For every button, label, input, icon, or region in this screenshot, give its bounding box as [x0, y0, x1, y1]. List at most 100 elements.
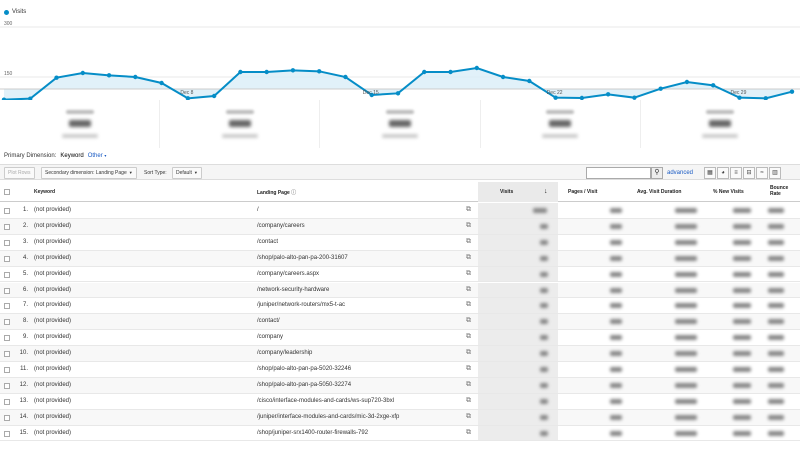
open-link-icon[interactable]: ⧉: [466, 238, 471, 246]
data-point[interactable]: [422, 69, 427, 75]
sort-type-select[interactable]: Default ▼: [172, 167, 202, 179]
row-landing-page[interactable]: /shop/palo-alto-pan-pa-5050-32274: [257, 382, 351, 388]
data-point[interactable]: [711, 83, 716, 88]
open-link-icon[interactable]: ⧉: [466, 254, 471, 262]
row-landing-page[interactable]: /juniper/network-routers/mx5-t-ac: [257, 302, 345, 308]
row-keyword[interactable]: (not provided): [34, 287, 71, 293]
row-landing-page[interactable]: /company/leadership: [257, 350, 312, 356]
data-point[interactable]: [474, 65, 479, 71]
table-row[interactable]: 12. (not provided) /shop/palo-alto-pan-pa-…: [0, 377, 800, 394]
performance-view-icon[interactable]: ≡: [730, 167, 742, 179]
table-row[interactable]: 8. (not provided) /contact/ ⧉: [0, 314, 800, 331]
table-row[interactable]: 11. (not provided) /shop/palo-alto-pan-pa-…: [0, 362, 800, 378]
row-keyword[interactable]: (not provided): [34, 366, 71, 372]
row-landing-page[interactable]: /company/careers: [257, 223, 305, 229]
table-row[interactable]: 13. (not provided) /cisco/interface-module…: [0, 393, 800, 410]
row-landing-page[interactable]: /: [257, 207, 259, 213]
row-keyword[interactable]: (not provided): [34, 398, 71, 404]
scorecard[interactable]: [0, 100, 161, 148]
select-all-checkbox[interactable]: [4, 189, 10, 195]
data-point[interactable]: [658, 86, 663, 91]
row-keyword[interactable]: (not provided): [34, 350, 71, 356]
row-checkbox[interactable]: [4, 382, 10, 389]
table-row[interactable]: 10. (not provided) /company/leadership ⧉: [0, 346, 800, 362]
data-point[interactable]: [527, 78, 532, 84]
row-checkbox[interactable]: [4, 208, 10, 214]
row-keyword[interactable]: (not provided): [34, 255, 71, 261]
table-row[interactable]: 15. (not provided) /shop/juniper-srx1400-r…: [0, 425, 800, 442]
row-landing-page[interactable]: /contact: [257, 239, 278, 245]
table-row[interactable]: 9. (not provided) /company ⧉: [0, 330, 800, 347]
row-checkbox[interactable]: [4, 351, 10, 358]
row-checkbox[interactable]: [4, 430, 10, 437]
plot-rows-button[interactable]: Plot Rows: [4, 167, 35, 179]
data-point[interactable]: [159, 80, 164, 86]
data-point[interactable]: [133, 74, 138, 80]
data-point[interactable]: [395, 91, 401, 96]
sort-descending-icon[interactable]: ↓: [544, 188, 548, 195]
row-landing-page[interactable]: /shop/palo-alto-pan-pa-200-31607: [257, 255, 348, 261]
row-keyword[interactable]: (not provided): [34, 382, 71, 388]
comparison-view-icon[interactable]: ⊟: [743, 167, 755, 179]
data-point[interactable]: [500, 74, 506, 80]
row-checkbox[interactable]: [4, 271, 10, 278]
row-checkbox[interactable]: [4, 223, 10, 230]
data-point[interactable]: [264, 69, 269, 75]
row-landing-page[interactable]: /shop/juniper-srx1400-router-firewalls-7…: [257, 430, 368, 436]
pivot-view-icon[interactable]: ▥: [769, 167, 781, 179]
row-landing-page[interactable]: /network-security-hardware: [257, 287, 329, 293]
scorecard[interactable]: [320, 100, 481, 148]
pie-view-icon[interactable]: ◕: [717, 167, 729, 179]
open-link-icon[interactable]: ⧉: [466, 270, 471, 278]
open-link-icon[interactable]: ⧉: [466, 381, 471, 389]
column-landing-page[interactable]: Landing Page ⓘ: [257, 189, 296, 196]
data-point[interactable]: [448, 69, 453, 75]
table-row[interactable]: 6. (not provided) /network-security-hardwa…: [0, 282, 800, 299]
open-link-icon[interactable]: ⧉: [466, 413, 471, 421]
scorecard[interactable]: [481, 100, 641, 148]
row-checkbox[interactable]: [4, 239, 10, 246]
column-visits[interactable]: Visits: [500, 189, 513, 195]
data-point[interactable]: [317, 69, 322, 74]
row-keyword[interactable]: (not provided): [34, 223, 71, 229]
scorecard[interactable]: [160, 100, 321, 148]
column-new-visits[interactable]: % New Visits: [713, 189, 744, 195]
table-row[interactable]: 5. (not provided) /company/careers.aspx ⧉: [0, 266, 800, 283]
row-checkbox[interactable]: [4, 335, 10, 342]
data-point[interactable]: [343, 74, 348, 80]
row-landing-page[interactable]: /contact/: [257, 318, 280, 324]
row-checkbox[interactable]: [4, 367, 10, 373]
row-checkbox[interactable]: [4, 287, 10, 294]
row-keyword[interactable]: (not provided): [34, 318, 71, 324]
data-point[interactable]: [54, 75, 59, 80]
primary-dimension-other[interactable]: Other ▾: [88, 153, 107, 159]
data-point[interactable]: [80, 70, 86, 76]
scorecard[interactable]: [641, 100, 800, 148]
column-keyword[interactable]: Keyword: [34, 189, 55, 195]
table-row[interactable]: 3. (not provided) /contact ⧉: [0, 234, 800, 251]
row-keyword[interactable]: (not provided): [34, 239, 71, 245]
data-point[interactable]: [684, 79, 690, 85]
row-keyword[interactable]: (not provided): [34, 271, 71, 277]
table-row[interactable]: 7. (not provided) /juniper/network-routers…: [0, 298, 800, 315]
row-keyword[interactable]: (not provided): [34, 414, 71, 420]
row-checkbox[interactable]: [4, 398, 10, 405]
row-checkbox[interactable]: [4, 255, 10, 262]
primary-dimension-keyword[interactable]: Keyword: [60, 153, 83, 159]
data-point[interactable]: [789, 89, 795, 94]
row-landing-page[interactable]: /shop/palo-alto-pan-pa-5020-32246: [257, 366, 351, 372]
column-bounce-rate[interactable]: Bounce Rate: [770, 185, 788, 197]
column-avg-visit-duration[interactable]: Avg. Visit Duration: [637, 189, 681, 195]
data-point[interactable]: [211, 93, 217, 99]
term-cloud-view-icon[interactable]: ≈: [756, 167, 768, 179]
open-link-icon[interactable]: ⧉: [466, 301, 471, 309]
row-keyword[interactable]: (not provided): [34, 302, 71, 308]
table-search-input[interactable]: [586, 167, 651, 179]
open-link-icon[interactable]: ⧉: [466, 206, 471, 214]
data-point[interactable]: [605, 92, 611, 97]
table-row[interactable]: 1. (not provided) / ⧉: [0, 203, 800, 219]
row-landing-page[interactable]: /cisco/interface-modules-and-cards/ws-su…: [257, 398, 394, 404]
open-link-icon[interactable]: ⧉: [466, 286, 471, 294]
open-link-icon[interactable]: ⧉: [466, 222, 471, 230]
open-link-icon[interactable]: ⧉: [466, 333, 471, 341]
